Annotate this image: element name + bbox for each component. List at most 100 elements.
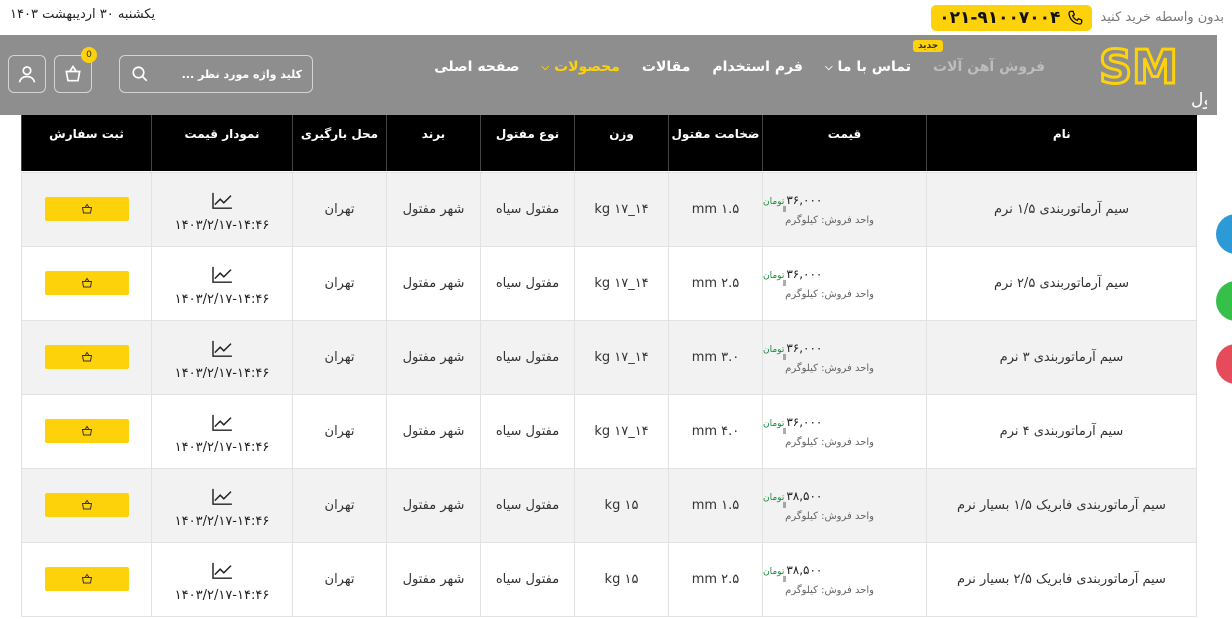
logo-mark: SM [1099,41,1178,94]
price-line: ۳۶,۰۰۰ تومان [763,193,874,207]
wire-type: مفتول سیاه [480,319,575,395]
brand: شهر مفتول [386,245,481,321]
brand: شهر مفتول [386,467,481,543]
phone-icon [1066,9,1084,27]
line-chart-icon[interactable] [211,192,233,210]
cart-count-badge: 0 [81,47,97,63]
product-name[interactable]: سیم آرماتوربندی ۳ نرم [926,319,1197,395]
new-badge: جدید [912,40,944,52]
sale-unit: واحد فروش: کیلوگرم [785,510,874,522]
price-cell: ۳۶,۰۰۰ تومان واحد فروش: کیلوگرم ⫴ [762,319,927,395]
logo-caption: شهر مفتول [1191,90,1207,109]
table-row: سیم آرماتوربندی فابریک ۱/۵ بسیار نرم ۳۸,۵… [21,467,1197,543]
col-chart: نمودار قیمت [151,115,293,171]
nav-iron-sales[interactable]: فروش آهن آلات جدید [912,40,1045,75]
weight: ۱۵ kg [574,541,669,617]
line-chart-icon[interactable] [211,266,233,284]
order-cell [21,541,152,617]
nav-articles-label: مقالات [641,59,691,75]
weight: ۱۴_۱۷ kg [574,393,669,469]
thickness: ۳.۰ mm [668,319,763,395]
price-note-icon: ⫴ [783,204,787,214]
price-cell: ۳۶,۰۰۰ تومان واحد فروش: کیلوگرم ⫴ [762,245,927,321]
basket-icon [81,499,92,510]
wire-type: مفتول سیاه [480,245,575,321]
col-weight: وزن [574,115,669,171]
currency-label: تومان [763,418,785,429]
weight: ۱۵ kg [574,467,669,543]
basket-icon [65,64,81,82]
cart-button[interactable]: 0 [54,47,97,93]
nav-home[interactable]: صفحه اصلی [434,59,519,75]
search-input[interactable]: کلید واژه مورد نظر ... [150,68,302,81]
order-cell [21,171,152,247]
price-value: ۳۸,۵۰۰ [786,488,823,503]
price-cell: ۳۸,۵۰۰ تومان واحد فروش: کیلوگرم ⫴ [762,467,927,543]
currency-label: تومان [763,270,785,281]
product-name[interactable]: سیم آرماتوربندی ۴ نرم [926,393,1197,469]
account-button[interactable] [8,55,46,93]
basket-icon [81,203,92,214]
search-icon[interactable] [130,64,150,84]
order-button[interactable] [44,271,129,295]
weight: ۱۴_۱۷ kg [574,245,669,321]
basket-icon [81,277,92,288]
nav-careers-label: فرم استخدام [712,59,803,75]
table-row: سیم آرماتوربندی فابریک ۲/۵ بسیار نرم ۳۸,۵… [21,541,1197,617]
main-nav: صفحه اصلی محصولات ⌵ مقالات فرم استخدام تم… [434,40,1045,75]
wire-type: مفتول سیاه [480,393,575,469]
price-update-date: ۱۴۰۳/۲/۱۷-۱۴:۴۶ [174,217,270,233]
nav-articles[interactable]: مقالات [642,59,691,75]
product-name[interactable]: سیم آرماتوربندی فابریک ۱/۵ بسیار نرم [926,467,1197,543]
currency-label: تومان [763,492,785,503]
order-button[interactable] [44,197,129,221]
chevron-down-icon: ⌵ [824,61,833,73]
nav-contact[interactable]: تماس با ما ⌵ [825,59,911,75]
price-value: ۳۶,۰۰۰ [786,414,823,429]
search-box[interactable]: کلید واژه مورد نظر ... [119,55,313,93]
phone-button[interactable]: ۰۲۱-۹۱۰۰۷۰۰۴ [931,4,1093,31]
buy-direct-label: بدون واسطه خرید کنید [1100,10,1224,25]
basket-icon [81,351,92,362]
wire-type: مفتول سیاه [480,541,575,617]
brand: شهر مفتول [386,393,481,469]
line-chart-icon[interactable] [211,414,233,432]
table-row: سیم آرماتوربندی ۲/۵ نرم ۳۶,۰۰۰ تومان واحد ف… [21,245,1197,321]
thickness: ۲.۵ mm [668,541,763,617]
thickness: ۱.۵ mm [668,467,763,543]
price-cell: ۳۶,۰۰۰ تومان واحد فروش: کیلوگرم ⫴ [762,393,927,469]
nav-contact-label: تماس با ما [837,59,911,75]
table-row: سیم آرماتوربندی ۱/۵ نرم ۳۶,۰۰۰ تومان واحد ف… [21,171,1197,247]
order-button[interactable] [44,567,129,591]
order-cell [21,467,152,543]
loading-location: تهران [292,393,387,469]
price-value: ۳۶,۰۰۰ [786,340,823,355]
col-price: قیمت [762,115,927,171]
scrollbar[interactable] [1217,35,1232,619]
price-chart-cell: ۱۴۰۳/۲/۱۷-۱۴:۴۶ [151,467,293,543]
price-update-date: ۱۴۰۳/۲/۱۷-۱۴:۴۶ [174,439,270,455]
price-note-icon: ⫴ [783,278,787,288]
price-line: ۳۶,۰۰۰ تومان [763,341,874,355]
order-button[interactable] [44,493,129,517]
price-note-icon: ⫴ [783,352,787,362]
site-logo[interactable]: SM شهر مفتول [1095,39,1232,111]
contact-area: بدون واسطه خرید کنید ۰۲۱-۹۱۰۰۷۰۰۴ [931,4,1224,31]
line-chart-icon[interactable] [211,340,233,358]
price-line: ۳۸,۵۰۰ تومان [763,489,874,503]
order-cell [21,245,152,321]
product-name[interactable]: سیم آرماتوربندی ۱/۵ نرم [926,171,1197,247]
nav-careers[interactable]: فرم استخدام [712,59,803,75]
price-note-icon: ⫴ [783,500,787,510]
line-chart-icon[interactable] [211,562,233,580]
order-button[interactable] [44,345,129,369]
price-cell: ۳۸,۵۰۰ تومان واحد فروش: کیلوگرم ⫴ [762,541,927,617]
product-name[interactable]: سیم آرماتوربندی ۲/۵ نرم [926,245,1197,321]
currency-label: تومان [763,196,785,207]
order-button[interactable] [44,419,129,443]
product-name[interactable]: سیم آرماتوربندی فابریک ۲/۵ بسیار نرم [926,541,1197,617]
price-line: ۳۶,۰۰۰ تومان [763,415,874,429]
nav-products[interactable]: محصولات ⌵ [542,59,620,75]
loading-location: تهران [292,467,387,543]
line-chart-icon[interactable] [211,488,233,506]
